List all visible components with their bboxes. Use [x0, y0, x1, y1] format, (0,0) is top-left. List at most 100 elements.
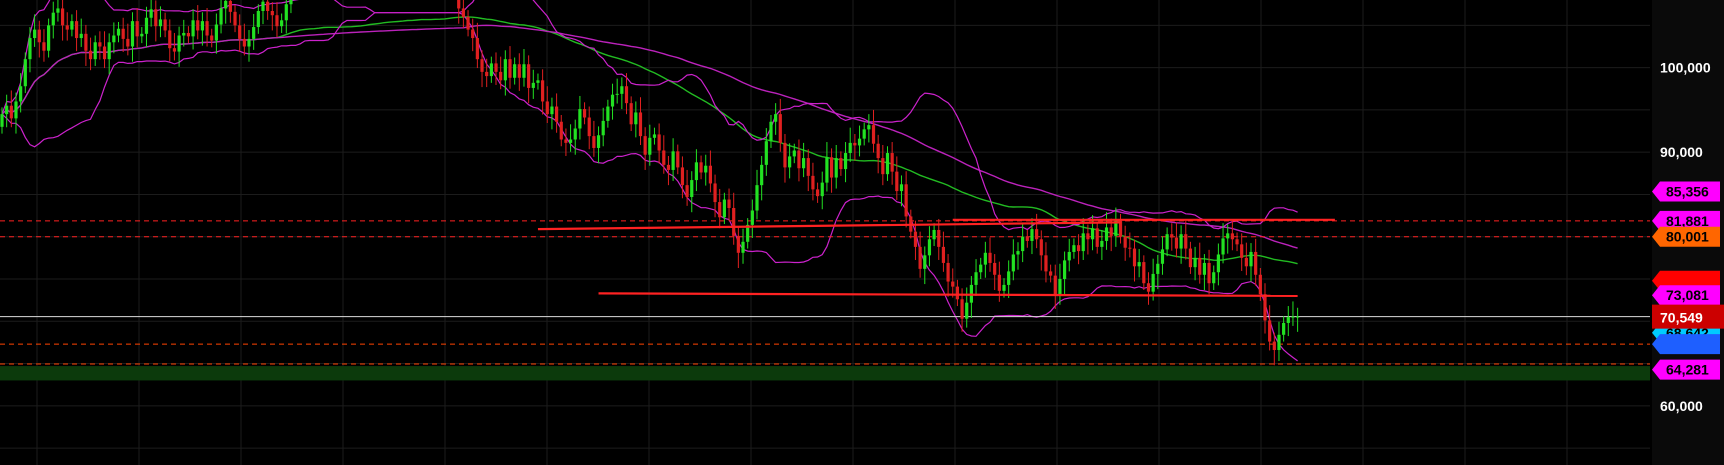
candle-body[interactable]	[829, 157, 834, 178]
candle-body[interactable]	[918, 246, 922, 269]
candle-body[interactable]	[587, 117, 591, 137]
candle-body[interactable]	[266, 1, 270, 11]
candle-body[interactable]	[596, 135, 601, 148]
candle-body[interactable]	[993, 262, 997, 275]
candle-body[interactable]	[671, 151, 675, 170]
candle-body[interactable]	[764, 141, 768, 165]
candle-body[interactable]	[112, 35, 116, 43]
candle-body[interactable]	[946, 262, 950, 282]
candle-body[interactable]	[270, 10, 274, 16]
candle-body[interactable]	[1086, 233, 1090, 240]
candle-body[interactable]	[736, 235, 740, 253]
candle-body[interactable]	[289, 0, 293, 5]
candle-body[interactable]	[284, 4, 288, 21]
candle-body[interactable]	[536, 80, 540, 83]
candle-body[interactable]	[797, 150, 801, 169]
candle-body[interactable]	[1282, 322, 1286, 335]
candle-body[interactable]	[19, 86, 23, 102]
candle-body[interactable]	[522, 64, 526, 78]
candle-body[interactable]	[624, 86, 629, 104]
candle-body[interactable]	[1030, 229, 1034, 241]
candle-body[interactable]	[629, 103, 633, 125]
candle-body[interactable]	[983, 252, 987, 265]
candle-body[interactable]	[690, 180, 694, 197]
candle-body[interactable]	[1002, 284, 1006, 291]
candle-body[interactable]	[1016, 251, 1020, 255]
candle-body[interactable]	[853, 142, 857, 146]
candle-body[interactable]	[657, 134, 661, 151]
candle-body[interactable]	[839, 158, 843, 170]
candle-body[interactable]	[722, 199, 726, 218]
candle-body[interactable]	[1156, 263, 1160, 274]
candle-body[interactable]	[741, 241, 745, 253]
candle-body[interactable]	[792, 150, 796, 157]
candle-body[interactable]	[867, 125, 871, 130]
candle-body[interactable]	[1142, 262, 1146, 284]
candle-body[interactable]	[247, 38, 251, 47]
candle-body[interactable]	[1296, 316, 1300, 318]
candle-body[interactable]	[186, 32, 191, 37]
candle-body[interactable]	[1193, 257, 1197, 268]
candle-body[interactable]	[965, 302, 969, 319]
candle-body[interactable]	[554, 106, 559, 122]
candle-body[interactable]	[503, 59, 507, 81]
candle-body[interactable]	[1291, 316, 1295, 318]
candle-body[interactable]	[718, 202, 722, 218]
candle-body[interactable]	[1286, 317, 1290, 323]
candle-body[interactable]	[1095, 228, 1099, 247]
candle-body[interactable]	[582, 109, 587, 118]
candle-body[interactable]	[1170, 234, 1174, 238]
candle-body[interactable]	[699, 162, 703, 173]
candle-body[interactable]	[1081, 233, 1085, 252]
candle-body[interactable]	[65, 25, 69, 30]
candle-body[interactable]	[163, 19, 167, 31]
candle-body[interactable]	[1160, 249, 1165, 264]
candle-body[interactable]	[755, 185, 759, 211]
candle-body[interactable]	[1226, 233, 1230, 239]
candle-body[interactable]	[1230, 233, 1234, 240]
candle-body[interactable]	[1235, 239, 1239, 245]
candle-body[interactable]	[1202, 262, 1207, 275]
candle-body[interactable]	[1212, 272, 1216, 284]
candle-body[interactable]	[531, 82, 535, 88]
candle-body[interactable]	[732, 207, 736, 236]
candle-body[interactable]	[527, 64, 531, 88]
candle-body[interactable]	[876, 143, 880, 159]
candle-body[interactable]	[1039, 239, 1043, 256]
candle-body[interactable]	[70, 21, 74, 30]
candle-body[interactable]	[9, 105, 13, 119]
candle-body[interactable]	[140, 33, 144, 37]
candle-body[interactable]	[210, 35, 214, 41]
candle-body[interactable]	[1179, 234, 1183, 249]
candle-body[interactable]	[885, 153, 890, 175]
candle-body[interactable]	[932, 229, 936, 240]
candle-body[interactable]	[1244, 257, 1248, 267]
candle-body[interactable]	[242, 38, 246, 47]
candle-body[interactable]	[951, 281, 955, 287]
candle-body[interactable]	[471, 29, 475, 39]
candle-body[interactable]	[98, 42, 102, 47]
candle-body[interactable]	[1198, 257, 1202, 275]
candle-body[interactable]	[1011, 254, 1015, 272]
candle-body[interactable]	[1188, 248, 1193, 268]
candle-body[interactable]	[1272, 341, 1276, 351]
candle-body[interactable]	[685, 185, 689, 197]
candle-body[interactable]	[834, 158, 838, 178]
candle-body[interactable]	[149, 9, 153, 18]
candle-body[interactable]	[126, 38, 130, 47]
candle-body[interactable]	[256, 10, 260, 28]
candle-body[interactable]	[979, 264, 983, 273]
candle-body[interactable]	[564, 139, 568, 143]
candle-body[interactable]	[116, 28, 121, 36]
candle-body[interactable]	[1132, 248, 1137, 267]
trading-chart[interactable]: 100,000 90,000 60,000 85,356 81,881 80,001 73…	[0, 0, 1724, 465]
candle-body[interactable]	[233, 11, 237, 26]
candle-body[interactable]	[568, 139, 573, 143]
candle-body[interactable]	[37, 29, 41, 43]
candle-body[interactable]	[638, 112, 643, 137]
candle-body[interactable]	[620, 86, 624, 94]
candle-body[interactable]	[154, 9, 158, 27]
candle-body[interactable]	[955, 286, 960, 300]
candle-body[interactable]	[778, 114, 782, 143]
candle-body[interactable]	[182, 32, 186, 36]
